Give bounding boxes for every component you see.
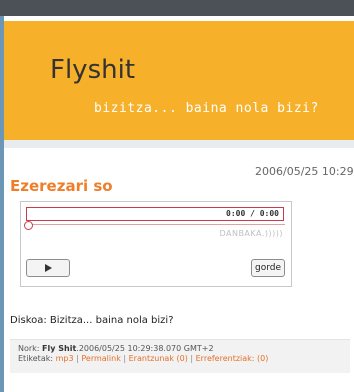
progress-track[interactable]: 0:00 / 0:00 [26,207,284,221]
blog-title[interactable]: Flyshit [50,55,135,85]
post-footer: Nork: Fly Shit.2006/05/25 10:29:38.070 G… [10,339,350,373]
author-label: Nork: [18,344,40,353]
post-links-line: Etiketak: mp3 | Permalink | Erantzunak (… [18,354,350,364]
scrubber-handle[interactable] [24,221,33,230]
comments-link[interactable]: Erantzunak (0) [129,354,188,363]
blog-tagline: bizitza... baina nola bizi? [94,101,319,116]
time-display: 0:00 / 0:00 [226,209,279,218]
post-meta-line: Nork: Fly Shit.2006/05/25 10:29:38.070 G… [18,344,350,354]
content-top-strip [4,140,354,168]
separator: | [123,354,127,363]
post-timestamp: .2006/05/25 10:29:38.070 GMT+2 [76,344,214,353]
play-icon [45,264,52,272]
references-link[interactable]: Erreferentziak: (0) [196,354,269,363]
audio-player: 0:00 / 0:00 DANBAKA.))))) gorde [20,201,292,287]
separator: | [190,354,194,363]
separator: | [76,354,79,363]
post-date: 2006/05/25 10:29 [255,165,354,178]
browser-top-bar [0,0,354,16]
scrub-line [29,224,285,225]
save-button[interactable]: gorde [251,259,285,277]
play-button[interactable] [26,259,70,277]
post-title[interactable]: Ezerezari so [10,177,113,195]
tag-link[interactable]: mp3 [56,354,74,363]
post-body: Diskoa: Bizitza... baina nola bizi? [10,315,174,326]
author-name: Fly Shit [42,344,77,353]
player-brand-logo: DANBAKA.))))) [219,229,283,238]
tags-label: Etiketak: [18,354,54,363]
blog-header: Flyshit bizitza... baina nola bizi? [4,16,354,140]
permalink-link[interactable]: Permalink [81,354,120,363]
